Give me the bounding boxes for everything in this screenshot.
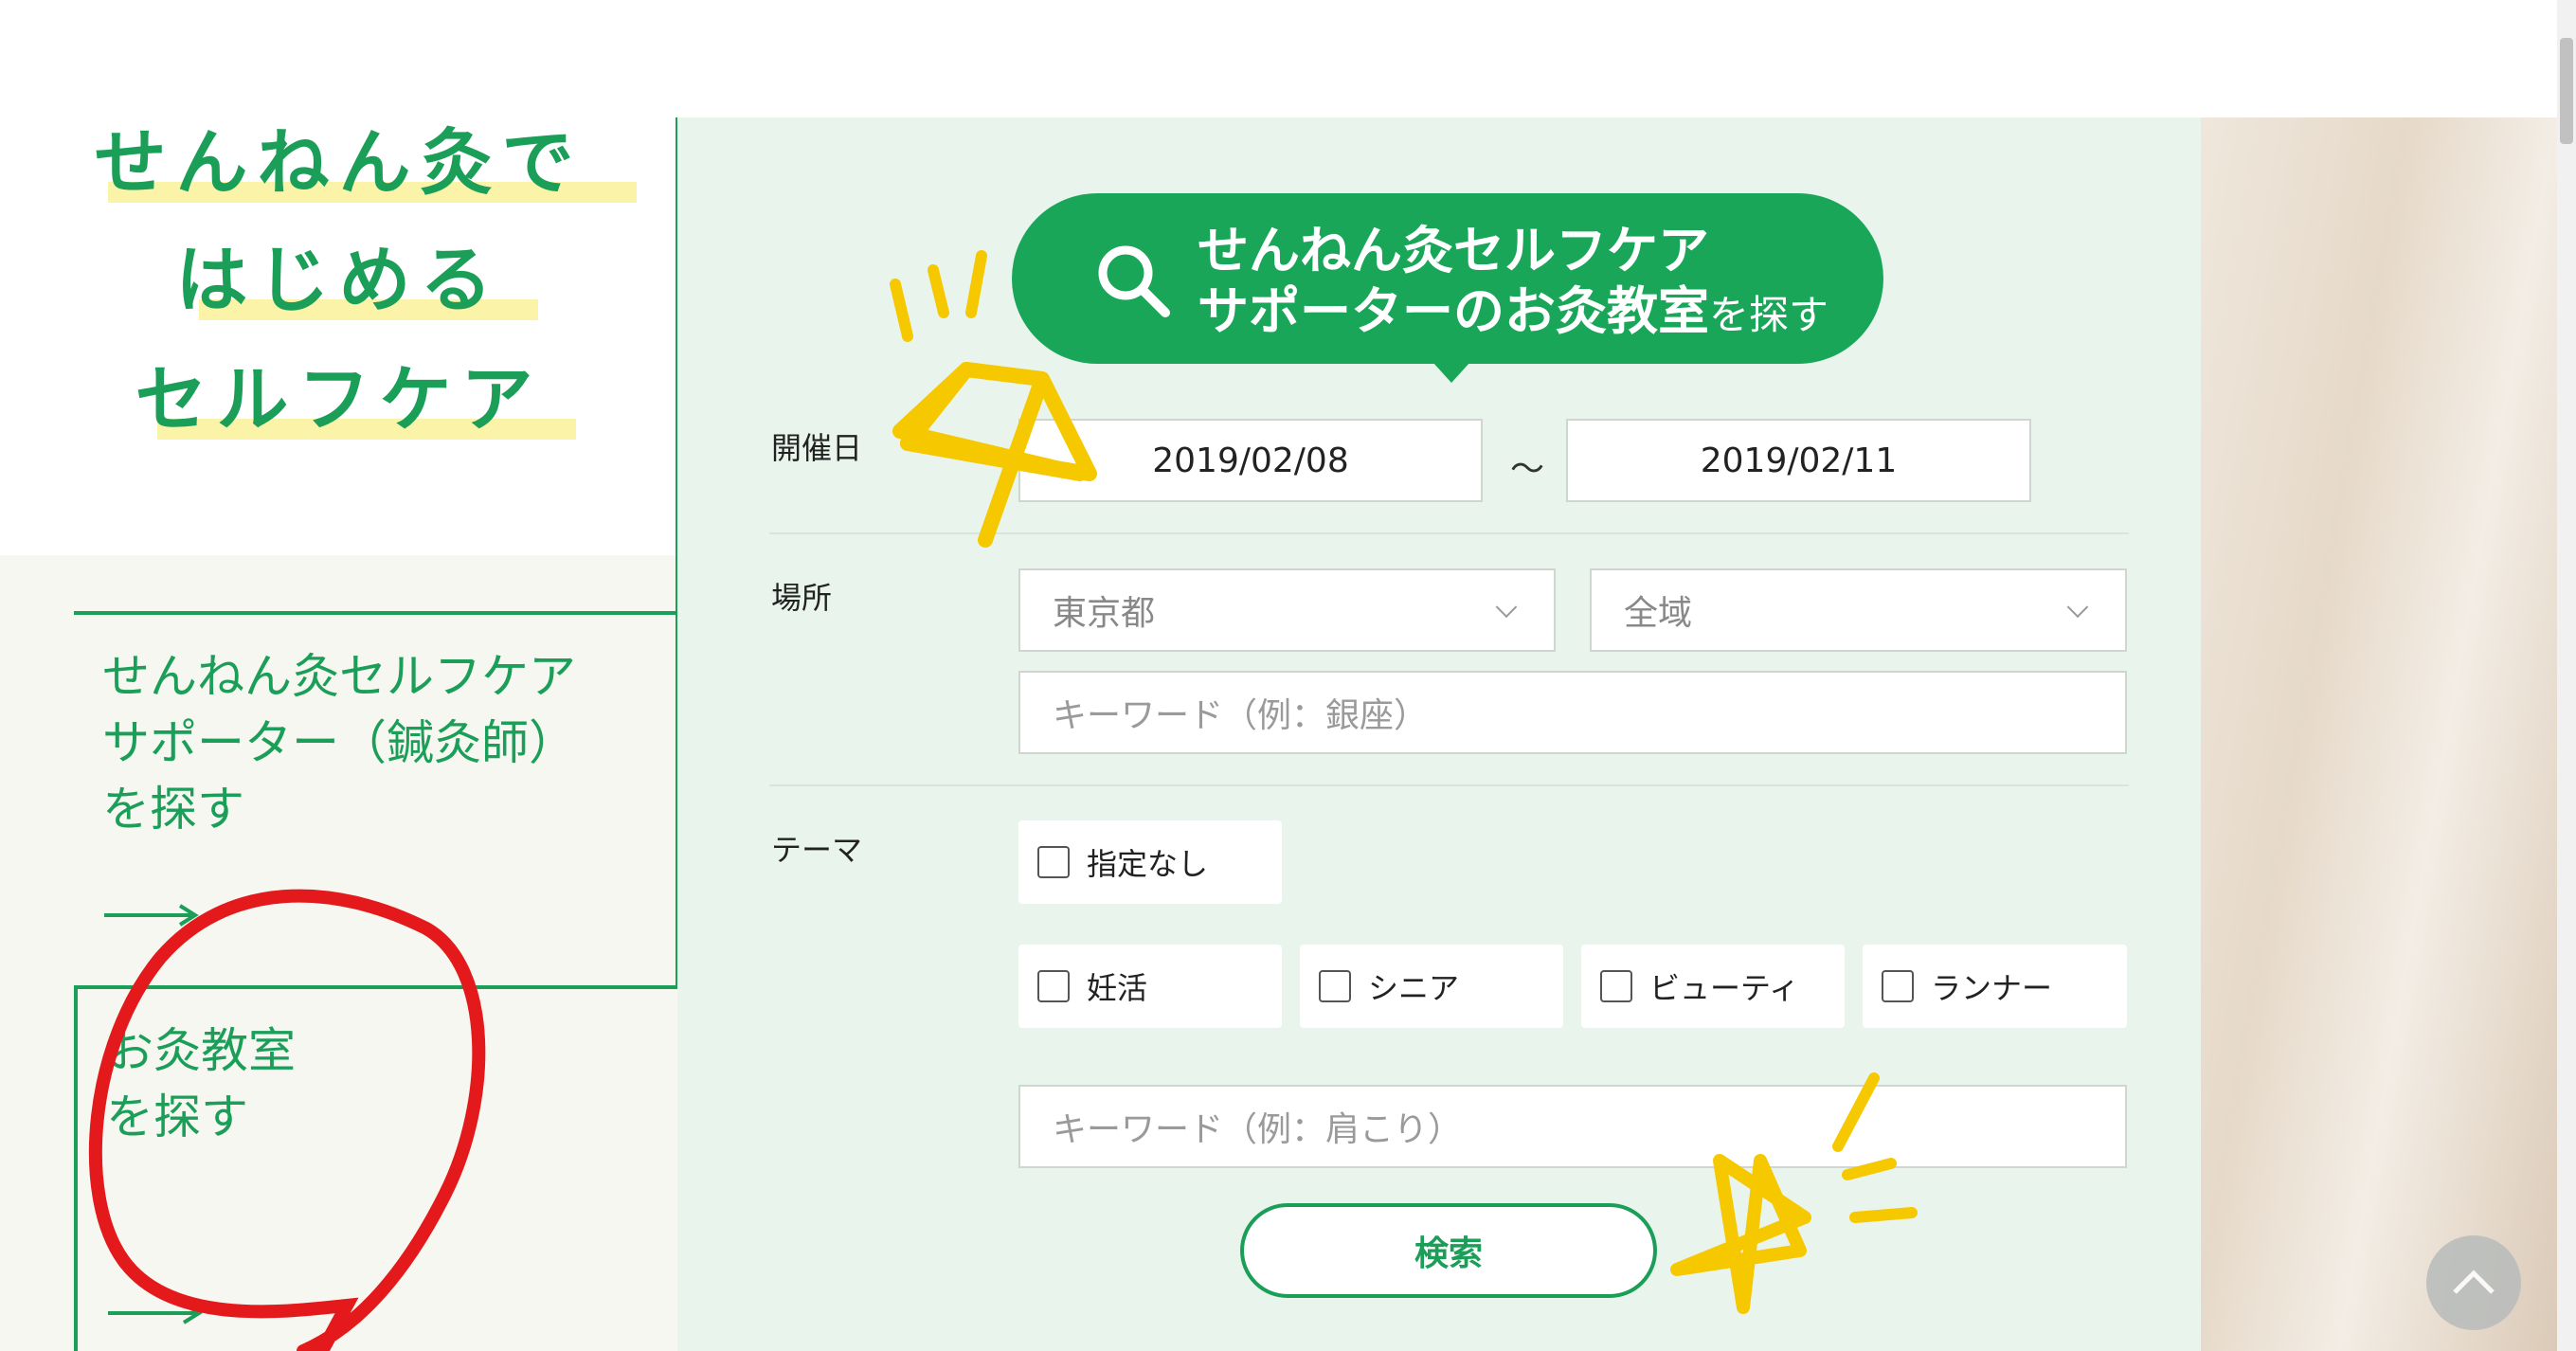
arrow-right-icon bbox=[108, 1302, 203, 1324]
prefecture-value: 東京都 bbox=[1053, 594, 1156, 633]
search-icon bbox=[1098, 245, 1170, 317]
theme-option-label: 指定なし bbox=[1087, 846, 1209, 882]
row-divider bbox=[769, 532, 2129, 534]
theme-checkbox-beauty[interactable]: ビューティ bbox=[1581, 945, 1845, 1028]
brand-line-2: はじめる bbox=[0, 244, 677, 320]
theme-option-label: 妊活 bbox=[1087, 970, 1148, 1006]
checkbox-icon bbox=[1882, 970, 1914, 1002]
theme-checkbox-runner[interactable]: ランナー bbox=[1863, 945, 2127, 1028]
area-select[interactable]: 全域 bbox=[1590, 568, 2127, 652]
checkbox-icon bbox=[1600, 970, 1632, 1002]
hero-photo bbox=[2201, 117, 2576, 1351]
row-divider bbox=[769, 784, 2129, 786]
theme-label: テーマ bbox=[771, 832, 863, 868]
place-label: 場所 bbox=[771, 580, 833, 616]
theme-checkbox-senior[interactable]: シニア bbox=[1300, 945, 1563, 1028]
checkbox-icon bbox=[1037, 970, 1070, 1002]
brand-line-1: せんねん灸で bbox=[0, 127, 677, 203]
brand-line-3: セルフケア bbox=[0, 364, 677, 440]
theme-checkbox-fertility[interactable]: 妊活 bbox=[1018, 945, 1282, 1028]
search-header-bubble: せんねん灸セルフケア サポーターのお灸教室を探す bbox=[1012, 193, 1883, 364]
supporter-search-link[interactable]: せんねん灸セルフケア サポーター（鍼灸師） を探す bbox=[74, 611, 677, 989]
theme-option-label: シニア bbox=[1368, 970, 1460, 1006]
search-header-line1: せんねん灸セルフケア bbox=[1198, 221, 1709, 280]
theme-option-label: ランナー bbox=[1931, 970, 2053, 1006]
back-to-top-button[interactable] bbox=[2426, 1235, 2521, 1330]
search-header-line2: サポーターのお灸教室を探す bbox=[1198, 281, 1829, 341]
scrollbar-thumb[interactable] bbox=[2560, 38, 2573, 144]
place-keyword-input[interactable]: キーワード（例：銀座） bbox=[1018, 671, 2127, 754]
theme-checkbox-none[interactable]: 指定なし bbox=[1018, 820, 1282, 904]
area-value: 全域 bbox=[1624, 594, 1693, 633]
checkbox-icon bbox=[1037, 846, 1070, 878]
arrow-right-icon bbox=[104, 904, 199, 927]
date-from-input[interactable]: 2019/02/08 bbox=[1018, 419, 1483, 502]
prefecture-select[interactable]: 東京都 bbox=[1018, 568, 1556, 652]
scrollbar[interactable] bbox=[2557, 0, 2576, 1351]
classroom-link-label: お灸教室 を探す bbox=[106, 1023, 296, 1144]
bubble-tail bbox=[1432, 362, 1470, 383]
search-button[interactable]: 検索 bbox=[1240, 1203, 1657, 1298]
checkbox-icon bbox=[1319, 970, 1351, 1002]
chevron-down-icon bbox=[1495, 596, 1518, 619]
date-range-separator: ～ bbox=[1510, 450, 1545, 489]
date-to-input[interactable]: 2019/02/11 bbox=[1566, 419, 2031, 502]
theme-keyword-input[interactable]: キーワード（例：肩こり） bbox=[1018, 1085, 2127, 1168]
classroom-search-link[interactable]: お灸教室 を探す bbox=[74, 985, 453, 1351]
supporter-link-label: せんねん灸セルフケア サポーター（鍼灸師） を探す bbox=[102, 649, 576, 837]
chevron-down-icon bbox=[2066, 596, 2089, 619]
chevron-up-icon bbox=[2453, 1270, 2495, 1294]
date-label: 開催日 bbox=[771, 430, 863, 466]
theme-option-label: ビューティ bbox=[1649, 970, 1800, 1006]
